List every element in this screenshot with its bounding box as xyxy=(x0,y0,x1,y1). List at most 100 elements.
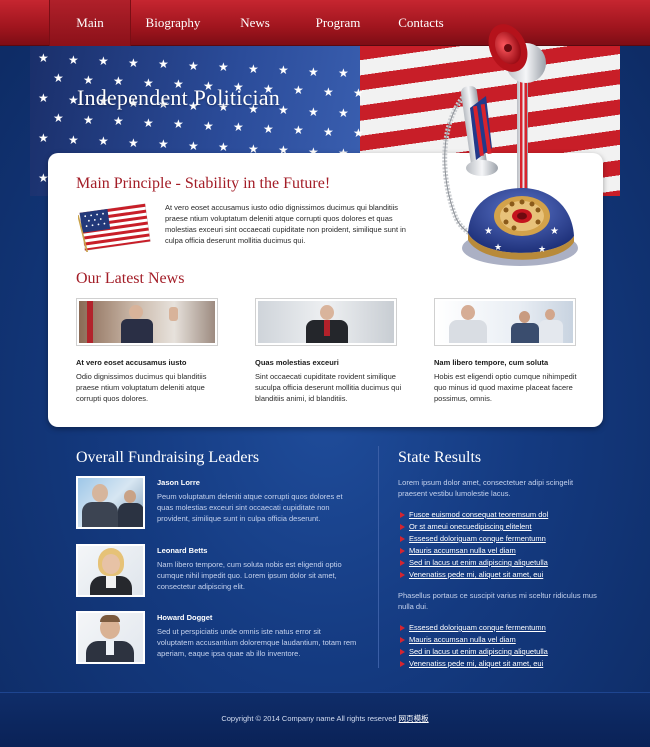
star-icon: ★ xyxy=(173,117,184,131)
star-icon: ★ xyxy=(158,57,169,71)
star-icon: ★ xyxy=(248,61,259,76)
star-icon: ★ xyxy=(353,126,364,140)
star-icon: ★ xyxy=(323,84,334,99)
arrow-right-icon xyxy=(400,512,405,518)
star-icon: ★ xyxy=(68,52,79,67)
state-link[interactable]: Essesed doloriguam conque fermentumn xyxy=(398,622,548,634)
state-link[interactable]: Mauris accumsan nulla vel diam xyxy=(398,634,548,646)
star-icon: ★ xyxy=(293,83,304,97)
star-icon: ★ xyxy=(278,63,289,77)
state-link[interactable]: Sed in lacus ut enim adipiscing aliquetu… xyxy=(398,646,548,658)
star-icon: ★ xyxy=(293,123,304,137)
star-icon: ★ xyxy=(53,71,64,85)
leader-photo-3[interactable] xyxy=(76,611,145,664)
star-icon: ★ xyxy=(353,86,364,100)
star-icon: ★ xyxy=(83,112,94,127)
star-icon: ★ xyxy=(188,58,199,73)
fundraising-title: Overall Fundraising Leaders xyxy=(76,449,260,466)
star-icon: ★ xyxy=(233,120,244,134)
leader-photo-2[interactable] xyxy=(76,544,145,597)
state-link-label: Sed in lacus ut enim adipiscing aliquetu… xyxy=(409,647,548,656)
state-link-label: Essesed doloriguam conque fermentumn xyxy=(409,534,546,543)
nav-item-news[interactable]: News xyxy=(228,0,282,46)
arrow-right-icon xyxy=(400,524,405,530)
state-link[interactable]: Venenatiss pede mi, aliquet sit amet, eu… xyxy=(398,569,548,581)
news-item-1-title[interactable]: At vero eoset accusamus iusto xyxy=(76,358,186,367)
state-link[interactable]: Essesed doloriguam conque fermentumn xyxy=(398,533,548,545)
svg-text:★: ★ xyxy=(538,245,546,255)
star-icon: ★ xyxy=(323,124,334,139)
footer-copyright: Copyright © 2014 Company name All rights… xyxy=(0,713,650,724)
state-results-title: State Results xyxy=(398,449,482,466)
star-icon: ★ xyxy=(158,137,169,151)
nav-item-biography[interactable]: Biography xyxy=(139,0,207,46)
svg-text:★: ★ xyxy=(484,226,493,237)
news-item-2-title[interactable]: Quas molestias exceuri xyxy=(255,358,339,367)
arrow-right-icon xyxy=(400,649,405,655)
news-item-2-text: Sint occaecati cupiditate rovident simil… xyxy=(255,372,402,403)
state-link[interactable]: Fusce euismod consequat teoremsum dol xyxy=(398,509,548,521)
state-link-label: Or st ameui onecuedipiscing elitelent xyxy=(409,522,532,531)
star-icon: ★ xyxy=(98,54,109,68)
star-icon: ★ xyxy=(218,140,229,154)
news-item-1-text: Odio dignissimos ducimus qui blanditiis … xyxy=(76,372,207,403)
star-icon: ★ xyxy=(203,118,214,133)
arrow-right-icon xyxy=(400,560,405,566)
star-icon: ★ xyxy=(308,104,319,119)
footer: Copyright © 2014 Company name All rights… xyxy=(0,692,650,747)
arrow-right-icon xyxy=(400,625,405,631)
leader-text-1: Peum voluptatum deleniti atque corrupti … xyxy=(157,492,343,523)
news-image-1[interactable] xyxy=(76,298,218,346)
svg-text:★: ★ xyxy=(494,243,502,253)
leader-name-3[interactable]: Howard Dogget xyxy=(157,613,212,622)
star-icon: ★ xyxy=(113,114,124,128)
arrow-right-icon xyxy=(400,661,405,667)
state-links-list-1: Fusce euismod consequat teoremsum dol Or… xyxy=(398,509,548,581)
news-image-3[interactable] xyxy=(434,298,576,346)
star-icon: ★ xyxy=(38,51,49,65)
column-divider xyxy=(378,446,379,668)
star-icon: ★ xyxy=(128,55,139,70)
leader-text-3: Sed ut perspiciatis unde omnis iste natu… xyxy=(157,627,357,658)
state-middle-text: Phasellus portaus ce suscipit varius mi … xyxy=(398,591,597,611)
state-link[interactable]: Mauris accumsan nulla vel diam xyxy=(398,545,548,557)
state-link-label: Mauris accumsan nulla vel diam xyxy=(409,546,516,555)
leader-name-2[interactable]: Leonard Betts xyxy=(157,546,207,555)
star-icon: ★ xyxy=(83,72,94,87)
nav-item-main[interactable]: Main xyxy=(49,0,131,46)
copyright-text: Copyright © 2014 Company name All rights… xyxy=(221,714,397,723)
star-icon: ★ xyxy=(143,115,154,130)
arrow-right-icon xyxy=(400,548,405,554)
state-link[interactable]: Sed in lacus ut enim adipiscing aliquetu… xyxy=(398,557,548,569)
nav-item-program[interactable]: Program xyxy=(307,0,369,46)
state-link-label: Essesed doloriguam conque fermentumn xyxy=(409,623,546,632)
state-link[interactable]: Venenatiss pede mi, aliquet sit amet, eu… xyxy=(398,658,548,670)
candlestick-phone-icon: ★ ★ ★ ★ xyxy=(442,24,578,266)
star-icon: ★ xyxy=(263,121,274,136)
star-icon: ★ xyxy=(188,138,199,153)
leader-text-2: Nam libero tempore, cum soluta nobis est… xyxy=(157,560,342,591)
star-icon: ★ xyxy=(338,106,349,120)
state-links-list-2: Essesed doloriguam conque fermentumn Mau… xyxy=(398,622,548,670)
leader-photo-1[interactable] xyxy=(76,476,145,529)
state-link[interactable]: Or st ameui onecuedipiscing elitelent xyxy=(398,521,548,533)
leader-name-1[interactable]: Jason Lorre xyxy=(157,478,200,487)
svg-text:★: ★ xyxy=(550,226,559,237)
arrow-right-icon xyxy=(400,637,405,643)
arrow-right-icon xyxy=(400,536,405,542)
state-link-label: Mauris accumsan nulla vel diam xyxy=(409,635,516,644)
star-icon: ★ xyxy=(218,60,229,74)
footer-link[interactable]: 网页模板 xyxy=(399,714,429,723)
star-icon: ★ xyxy=(98,134,109,148)
news-item-3-title[interactable]: Nam libero tempore, cum soluta xyxy=(434,358,548,367)
star-icon: ★ xyxy=(38,131,49,145)
state-link-label: Fusce euismod consequat teoremsum dol xyxy=(409,510,549,519)
state-intro-text: Lorem ipsum dolor amet, consectetuer adi… xyxy=(398,478,574,498)
american-flag-icon xyxy=(78,203,151,252)
star-icon: ★ xyxy=(53,111,64,125)
star-icon: ★ xyxy=(308,64,319,79)
arrow-right-icon xyxy=(400,572,405,578)
news-image-2[interactable] xyxy=(255,298,397,346)
star-icon: ★ xyxy=(68,132,79,147)
principle-title: Main Principle - Stability in the Future… xyxy=(76,175,331,192)
